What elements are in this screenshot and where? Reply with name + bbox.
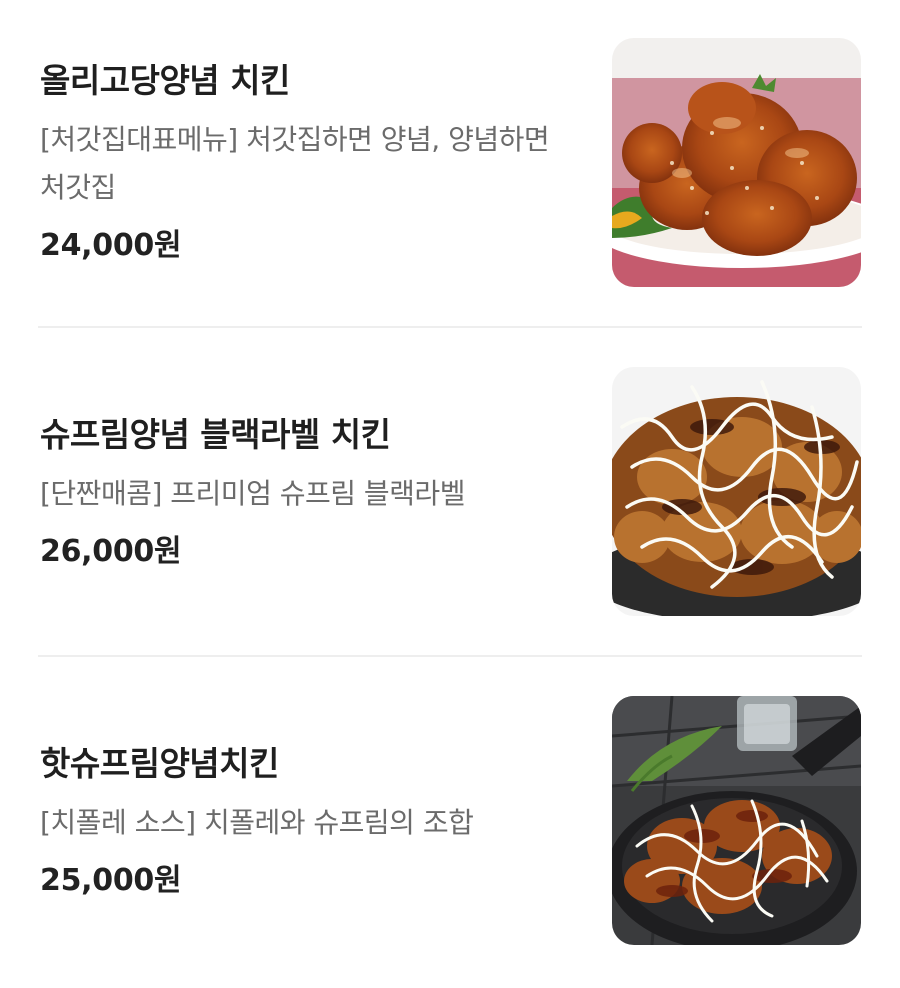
menu-item-name: 슈프림양념 블랙라벨 치킨 [40,415,391,454]
menu-item-price: 24,000원 [40,228,182,263]
menu-item-description: [처갓집대표메뉴] 처갓집하면 양념, 양념하면 처갓집 [40,123,550,204]
divider [38,655,862,657]
menu-item-info: 올리고당양념 치킨 [처갓집대표메뉴] 처갓집하면 양념, 양념하면 처갓집 2… [40,54,570,272]
divider [38,326,862,328]
menu-item-info: 슈프림양념 블랙라벨 치킨 [단짠매콤] 프리미엄 슈프림 블랙라벨 26,00… [40,408,570,578]
menu-item-photo [612,696,861,945]
menu-item-hot-supreme-yangnyeom-chicken[interactable]: 핫슈프림양념치킨 [치폴레 소스] 치폴레와 슈프림의 조합 25,000원 [0,658,900,988]
yangnyeom-chicken-plate-photo [612,38,861,287]
menu-item-photo [612,367,861,616]
menu-item-price: 25,000원 [40,863,182,898]
menu-item-info: 핫슈프림양념치킨 [치폴레 소스] 치폴레와 슈프림의 조합 25,000원 [40,737,570,907]
black-label-chicken-bowl-photo [612,367,861,616]
menu-item-name: 핫슈프림양념치킨 [40,744,279,783]
menu-item-description: [단짠매콤] 프리미엄 슈프림 블랙라벨 [40,477,465,510]
menu-list: 올리고당양념 치킨 [처갓집대표메뉴] 처갓집하면 양념, 양념하면 처갓집 2… [0,0,900,983]
menu-item-supreme-black-label-chicken[interactable]: 슈프림양념 블랙라벨 치킨 [단짠매콤] 프리미엄 슈프림 블랙라벨 26,00… [0,329,900,659]
menu-item-name: 올리고당양념 치킨 [40,61,290,100]
menu-item-oligodang-yangnyeom-chicken[interactable]: 올리고당양념 치킨 [처갓집대표메뉴] 처갓집하면 양념, 양념하면 처갓집 2… [0,0,900,330]
menu-item-price: 26,000원 [40,534,182,569]
hot-supreme-chicken-skillet-photo [612,696,861,945]
menu-item-description: [치폴레 소스] 치폴레와 슈프림의 조합 [40,806,474,839]
menu-item-photo [612,38,861,287]
